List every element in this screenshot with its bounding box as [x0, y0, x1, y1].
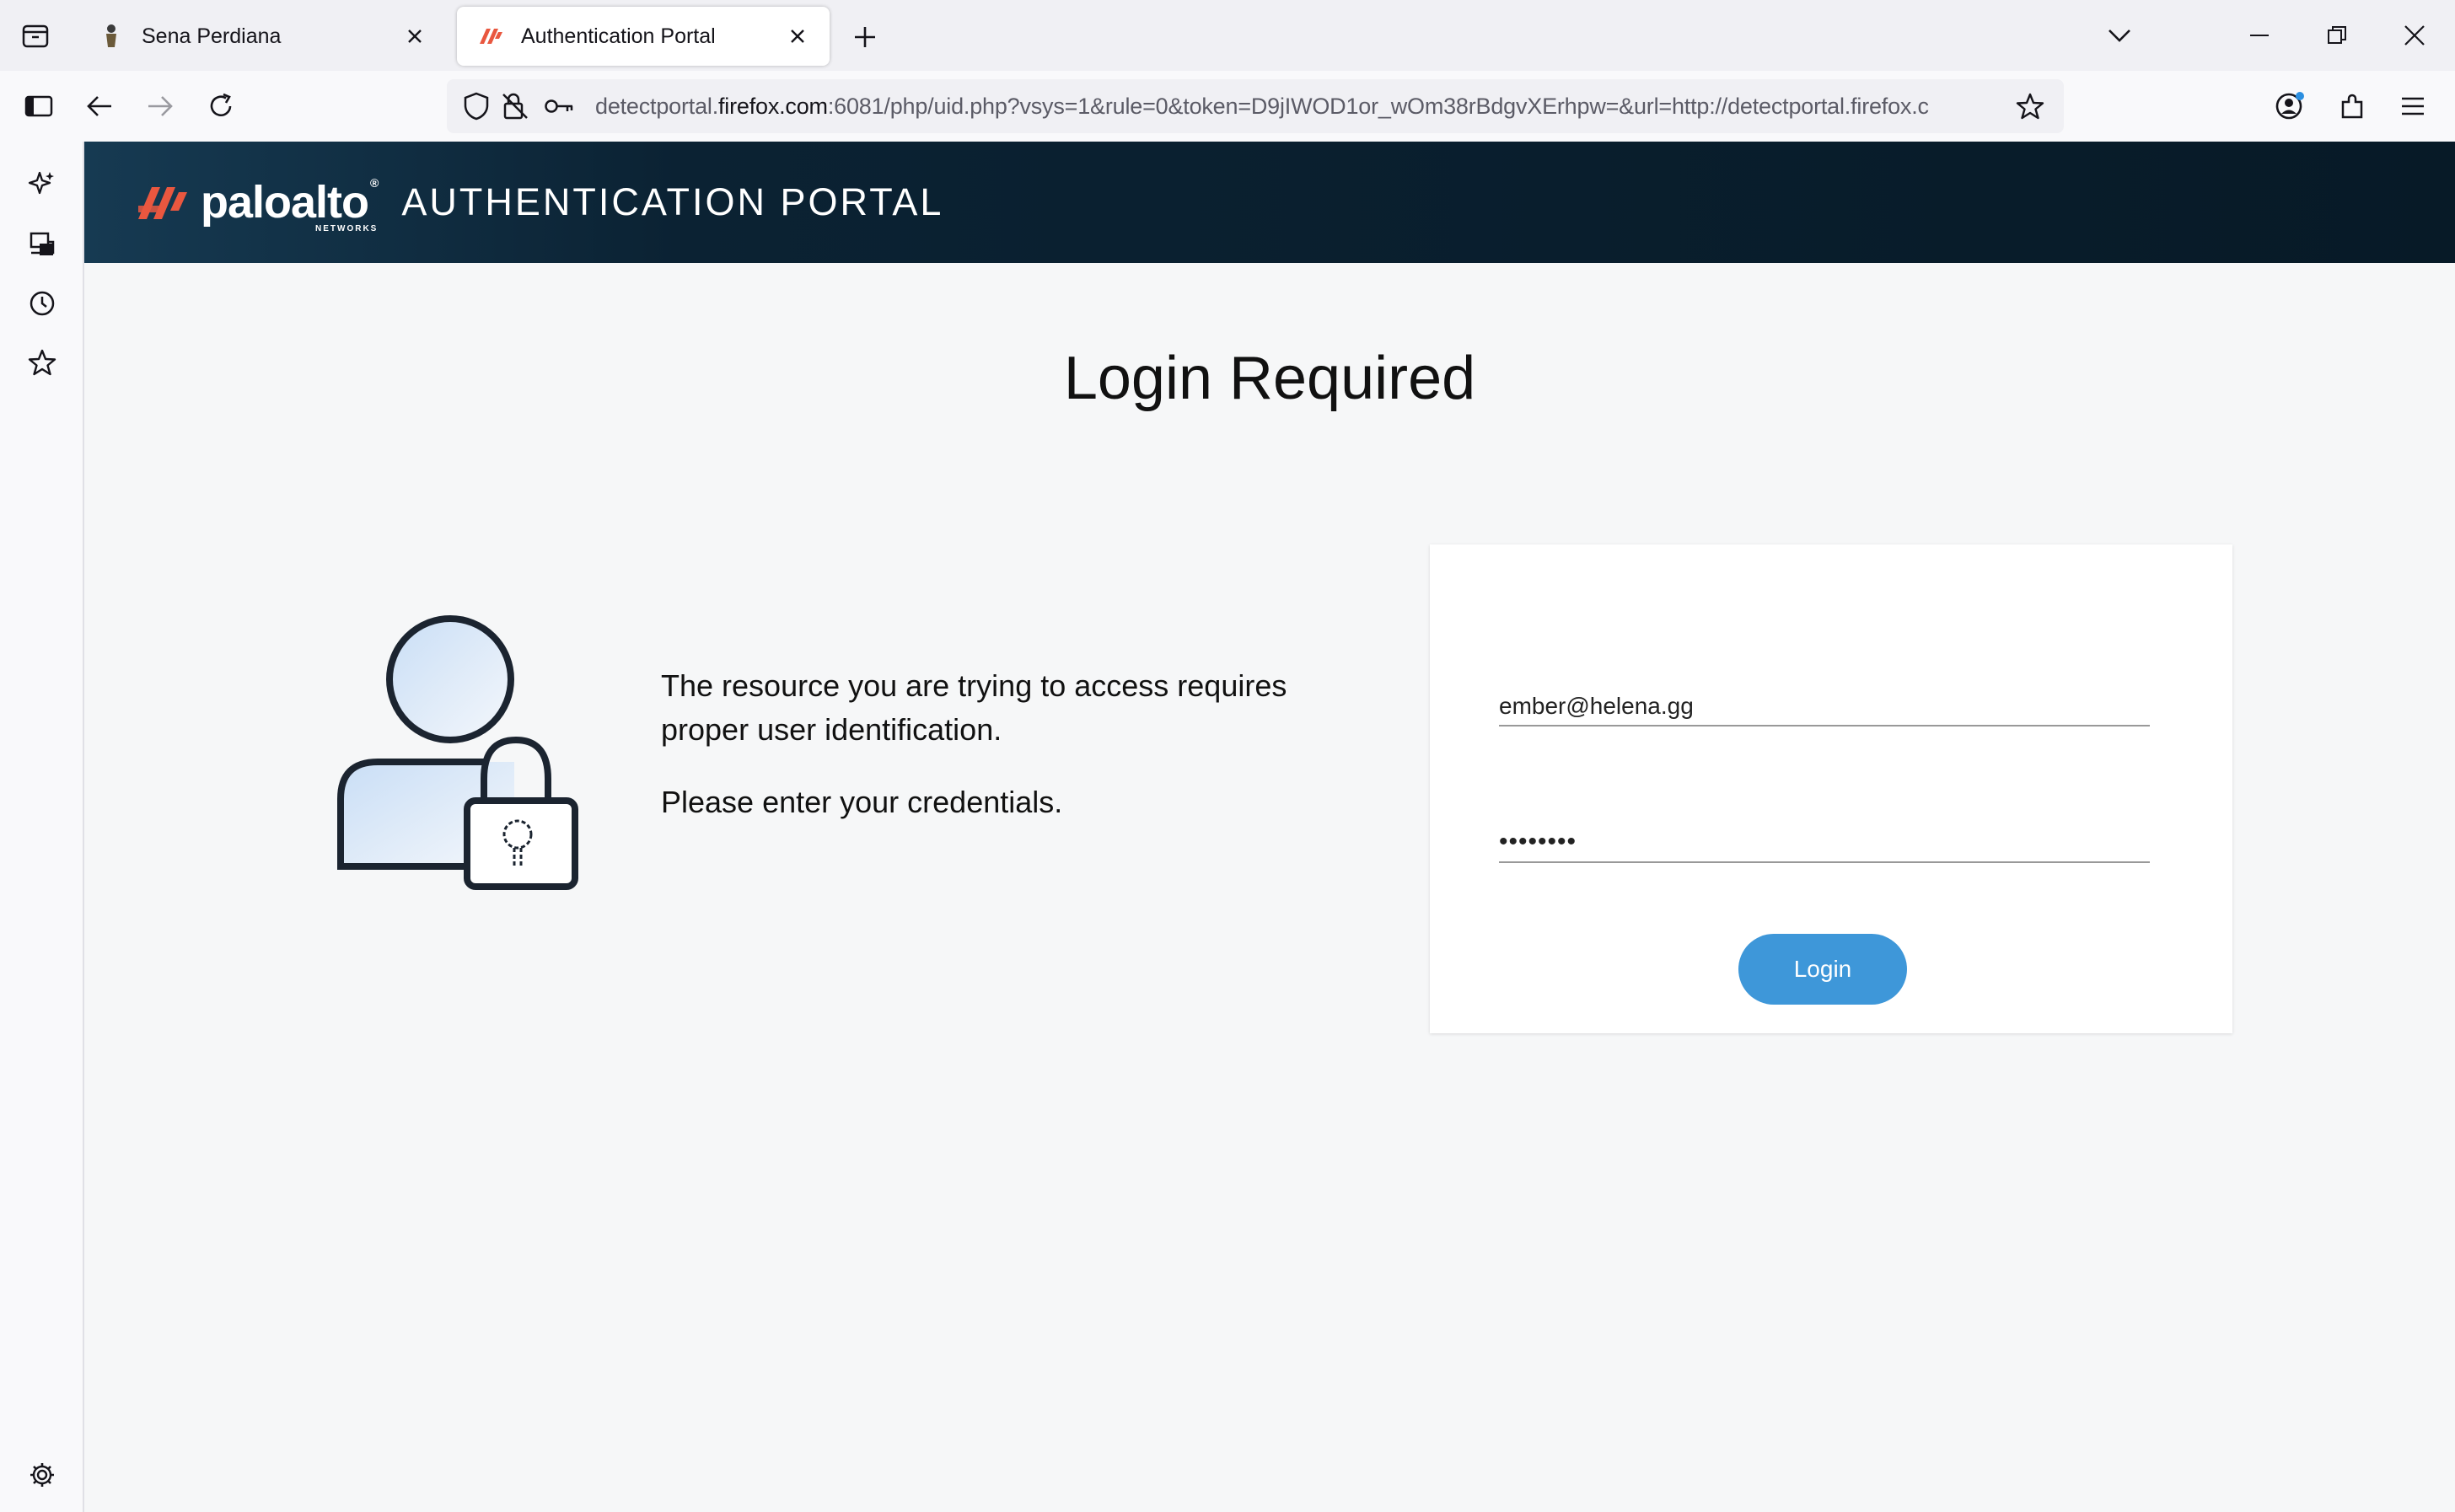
insecure-lock-icon[interactable]: [496, 87, 535, 126]
paloalto-logo: paloalto ® NETWORKS: [137, 176, 379, 233]
firefox-view-button[interactable]: [0, 0, 71, 71]
address-bar[interactable]: detectportal.firefox.com:6081/php/uid.ph…: [447, 79, 2064, 133]
page-content: paloalto ® NETWORKS AUTHENTICATION PORTAL …: [84, 142, 2455, 1512]
firefox-view-icon: [22, 24, 49, 48]
brand-wordmark: paloalto ® NETWORKS: [201, 176, 379, 233]
forward-button[interactable]: [135, 81, 185, 131]
sidebar-toggle-button[interactable]: [13, 81, 64, 131]
tab-title: Authentication Portal: [521, 24, 716, 48]
history-button[interactable]: [19, 280, 66, 327]
url-prefix: detectportal.: [595, 93, 718, 119]
sparkle-icon: [28, 171, 54, 195]
account-button[interactable]: [2264, 81, 2315, 131]
tab-strip: Sena Perdiana Authentication Portal: [0, 0, 2455, 71]
user-lock-illustration: [336, 614, 614, 900]
hamburger-menu-icon: [2402, 97, 2424, 115]
ai-chatbot-button[interactable]: [19, 160, 66, 207]
portal-title: AUTHENTICATION PORTAL: [401, 180, 944, 223]
reload-button[interactable]: [196, 81, 246, 131]
login-form: Login: [1430, 544, 2232, 1033]
paloalto-favicon-icon: [477, 23, 504, 50]
username-input[interactable]: [1499, 689, 2150, 727]
close-icon: [2404, 25, 2425, 46]
tab-sena-perdiana[interactable]: Sena Perdiana: [78, 7, 447, 66]
star-icon: [28, 349, 56, 376]
sidebar: [0, 142, 84, 1512]
url-domain: firefox.com: [718, 93, 828, 119]
puzzle-icon: [2341, 94, 2363, 119]
portal-header: paloalto ® NETWORKS AUTHENTICATION PORTAL: [84, 142, 2455, 263]
minimize-icon: [2250, 35, 2269, 36]
registered-mark: ®: [370, 176, 379, 190]
arrow-right-icon: [148, 96, 173, 116]
user-lock-icon: [337, 615, 578, 890]
close-tab-icon[interactable]: [398, 19, 432, 53]
star-icon: [2016, 93, 2044, 120]
credentials-instruction: Please enter your credentials.: [661, 785, 1063, 819]
brand-subtitle: NETWORKS: [315, 224, 379, 233]
devices-icon: [30, 232, 55, 255]
clock-icon: [30, 291, 55, 316]
synced-tabs-button[interactable]: [19, 221, 66, 268]
sidebar-icon: [24, 95, 53, 117]
minimize-button[interactable]: [2221, 0, 2298, 71]
close-window-button[interactable]: [2376, 0, 2453, 71]
app-menu-button[interactable]: [2388, 81, 2438, 131]
url-text[interactable]: detectportal.firefox.com:6081/php/uid.ph…: [595, 94, 2006, 120]
close-tab-icon[interactable]: [781, 19, 814, 53]
site-favicon-icon: [98, 23, 125, 50]
account-icon: [2275, 92, 2304, 120]
gear-icon: [30, 1463, 54, 1487]
restore-button[interactable]: [2298, 0, 2376, 71]
restore-icon: [2328, 26, 2346, 44]
extensions-button[interactable]: [2327, 81, 2377, 131]
back-button[interactable]: [74, 81, 125, 131]
url-path: :6081/php/uid.php?vsys=1&rule=0&token=D9…: [827, 93, 1929, 119]
tab-authentication-portal[interactable]: Authentication Portal: [457, 7, 830, 66]
page-title: Login Required: [1063, 345, 1476, 412]
arrow-left-icon: [87, 96, 111, 116]
key-icon[interactable]: [540, 87, 578, 126]
login-button[interactable]: Login: [1738, 934, 1907, 1005]
brand-name: paloalto: [201, 177, 369, 228]
reload-icon: [210, 93, 232, 117]
access-message: The resource you are trying to access re…: [661, 668, 1287, 747]
list-all-tabs-button[interactable]: [2081, 0, 2158, 71]
bookmark-star-button[interactable]: [2006, 83, 2054, 130]
tracking-protection-icon[interactable]: [457, 87, 496, 126]
tab-title: Sena Perdiana: [142, 24, 282, 48]
new-tab-button[interactable]: [843, 15, 887, 59]
plus-icon: [855, 27, 875, 47]
chevron-down-icon: [2109, 29, 2130, 42]
sidebar-settings-button[interactable]: [19, 1451, 66, 1499]
password-input[interactable]: [1499, 824, 2150, 863]
paloalto-mark-icon: [138, 187, 187, 219]
bookmarks-button[interactable]: [19, 339, 66, 386]
